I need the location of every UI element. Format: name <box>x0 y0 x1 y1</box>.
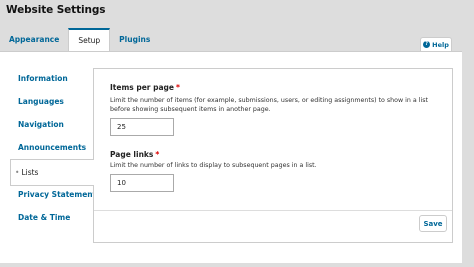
sidenav-item-languages[interactable]: Languages <box>18 97 64 106</box>
help-button[interactable]: ? Help <box>420 37 452 51</box>
items-per-page-input[interactable] <box>110 118 174 136</box>
sidenav-item-privacy-statement[interactable]: Privacy Statement <box>18 190 96 199</box>
help-label: Help <box>432 40 449 49</box>
question-circle-icon: ? <box>423 41 431 48</box>
items-per-page-description: Limit the number of items (for example, … <box>110 97 429 113</box>
sidenav-item-announcements[interactable]: Announcements <box>18 143 86 152</box>
sidenav-item-navigation[interactable]: Navigation <box>18 120 64 129</box>
sidenav-item-label: Lists <box>21 168 39 177</box>
page-links-label-text: Page links <box>110 150 154 159</box>
required-marker: * <box>176 83 180 92</box>
active-marker: • <box>15 168 20 177</box>
items-per-page-label: Items per page * <box>110 83 180 92</box>
sidenav-item-lists[interactable]: • Lists <box>10 159 94 186</box>
settings-panel: Information Languages Navigation Announc… <box>0 51 462 263</box>
page-title: Website Settings <box>6 4 106 16</box>
items-per-page-label-text: Items per page <box>110 83 175 92</box>
form-footer-divider <box>94 210 452 211</box>
page-links-description: Limit the number of links to display to … <box>110 162 317 169</box>
tab-setup[interactable]: Setup <box>68 28 111 51</box>
required-marker: * <box>155 150 160 159</box>
page-links-input[interactable] <box>110 174 174 192</box>
save-button[interactable]: Save <box>419 215 447 232</box>
tab-appearance[interactable]: Appearance <box>0 28 68 51</box>
page-links-label: Page links * <box>110 150 159 159</box>
sidenav-item-date-time[interactable]: Date & Time <box>18 213 70 222</box>
sidenav-item-information[interactable]: Information <box>18 74 68 83</box>
tab-bar: Appearance Setup Plugins <box>0 28 159 51</box>
lists-form: Items per page * Limit the number of item… <box>93 68 453 243</box>
tab-plugins[interactable]: Plugins <box>110 28 159 51</box>
